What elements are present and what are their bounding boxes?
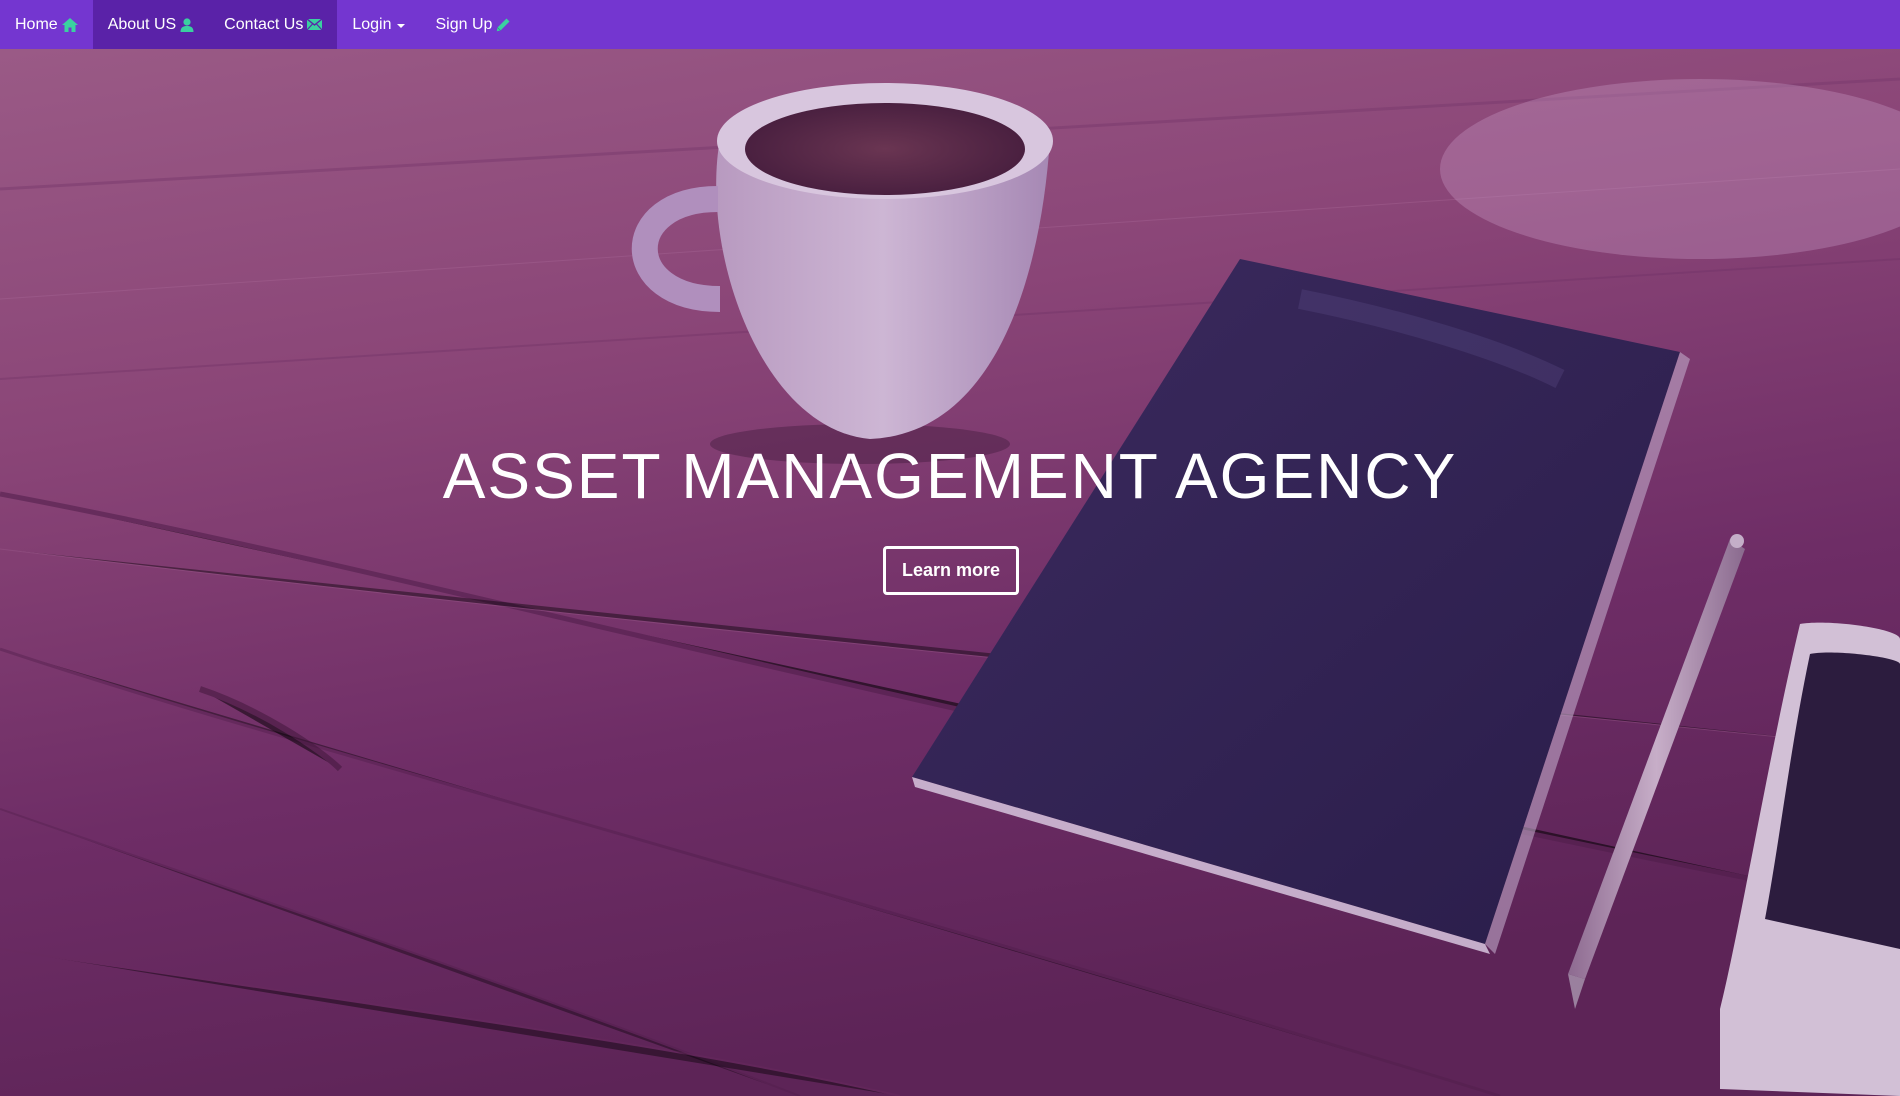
hero-section: ASSET MANAGEMENT AGENCY Learn more bbox=[0, 49, 1900, 1096]
nav-contact[interactable]: Contact Us bbox=[209, 0, 338, 49]
envelope-icon bbox=[307, 19, 323, 30]
home-icon bbox=[61, 17, 78, 32]
nav-home[interactable]: Home bbox=[0, 0, 93, 49]
pencil-icon bbox=[496, 18, 510, 32]
caret-down-icon bbox=[397, 23, 406, 28]
learn-more-button[interactable]: Learn more bbox=[883, 546, 1019, 595]
nav-about-label: About US bbox=[107, 15, 177, 33]
user-icon bbox=[180, 17, 194, 32]
nav-signup-label: Sign Up bbox=[435, 15, 493, 33]
nav-home-label: Home bbox=[15, 15, 58, 33]
top-navbar: Home About US Contact Us Login Sign Up bbox=[0, 0, 1900, 49]
nav-contact-label: Contact Us bbox=[224, 15, 304, 33]
nav-signup[interactable]: Sign Up bbox=[420, 0, 525, 49]
nav-login-label: Login bbox=[352, 15, 392, 33]
page: Home About US Contact Us Login Sign Up A… bbox=[0, 0, 1900, 1096]
nav-about[interactable]: About US bbox=[92, 0, 210, 49]
hero-title: ASSET MANAGEMENT AGENCY bbox=[442, 440, 1458, 512]
hero-content: ASSET MANAGEMENT AGENCY Learn more bbox=[0, 49, 1900, 1096]
nav-login[interactable]: Login bbox=[337, 0, 420, 49]
